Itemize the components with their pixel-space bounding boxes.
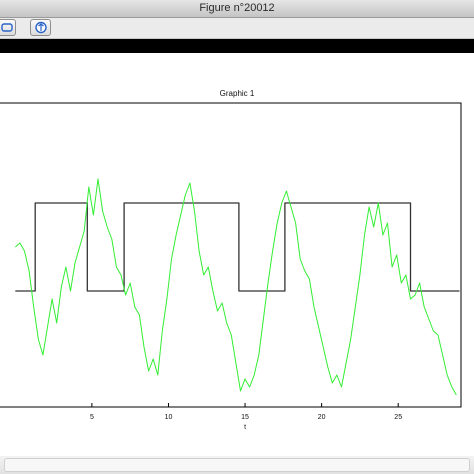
x-tick-label: 25 bbox=[394, 414, 402, 421]
x-axis-label: t bbox=[244, 424, 246, 431]
figure-window: Figure n°20012 Graphic 1 5 10 15 20 25 t bbox=[0, 0, 474, 474]
status-field bbox=[4, 458, 470, 472]
plot-area: 5 10 15 20 25 t bbox=[0, 102, 462, 431]
x-tick-label: 20 bbox=[318, 414, 326, 421]
signal-line bbox=[14, 178, 457, 396]
plot-frame bbox=[0, 102, 462, 408]
x-tick-label: 10 bbox=[165, 414, 173, 421]
square-wave-line bbox=[15, 202, 460, 292]
x-tick-label: 5 bbox=[90, 414, 94, 421]
x-tick-label: 15 bbox=[241, 414, 249, 421]
